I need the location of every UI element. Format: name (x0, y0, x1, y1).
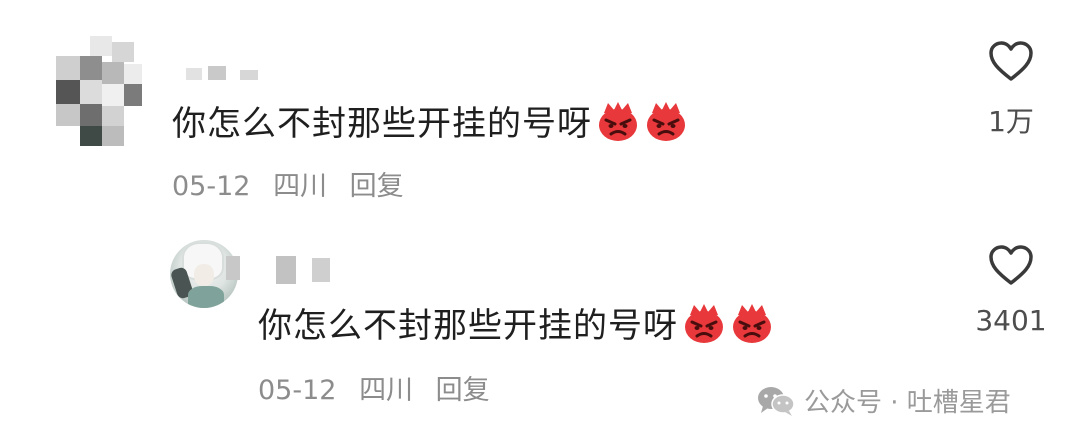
comment-body: 你怎么不封那些开挂的号呀 (258, 306, 678, 346)
angry-face-emoji (733, 303, 771, 343)
username-mask (226, 256, 240, 280)
username-mask (240, 70, 258, 80)
watermark-text: 公众号 · 吐槽星君 (804, 388, 1011, 418)
comment-meta: 05-12 四川 回复 (258, 368, 504, 407)
heart-icon (989, 41, 1033, 81)
comment-date: 05-12 (258, 375, 337, 406)
comment-body: 你怎么不封那些开挂的号呀 (172, 104, 592, 144)
wechat-icon (758, 386, 795, 416)
comment-text: 你怎么不封那些开挂的号呀 (172, 96, 688, 145)
comment-section: 你怎么不封那些开挂的号呀 05-12 四川 回复 1万 你怎么不封那些开挂的号呀… (0, 0, 1080, 440)
username-mask (312, 258, 330, 282)
avatar[interactable] (50, 36, 142, 146)
username-mask (208, 66, 226, 80)
like-count: 1万 (988, 105, 1034, 138)
angry-face-emoji (599, 101, 637, 141)
angry-face-emoji (647, 101, 685, 141)
username-mask (276, 256, 296, 284)
like-button[interactable]: 3401 (966, 244, 1056, 337)
watermark: 公众号 · 吐槽星君 (756, 382, 1011, 419)
angry-face-emoji (685, 303, 723, 343)
heart-icon (989, 245, 1033, 285)
comment-text: 你怎么不封那些开挂的号呀 (258, 298, 774, 347)
comment-meta: 05-12 四川 回复 (172, 164, 418, 203)
comment-date: 05-12 (172, 171, 251, 202)
reply-button[interactable]: 回复 (436, 375, 490, 406)
like-count: 3401 (975, 304, 1047, 337)
reply-button[interactable]: 回复 (350, 171, 404, 202)
like-button[interactable]: 1万 (966, 40, 1056, 140)
comment-location: 四川 (273, 171, 328, 202)
comment-location: 四川 (359, 375, 414, 406)
username-mask (186, 68, 202, 80)
